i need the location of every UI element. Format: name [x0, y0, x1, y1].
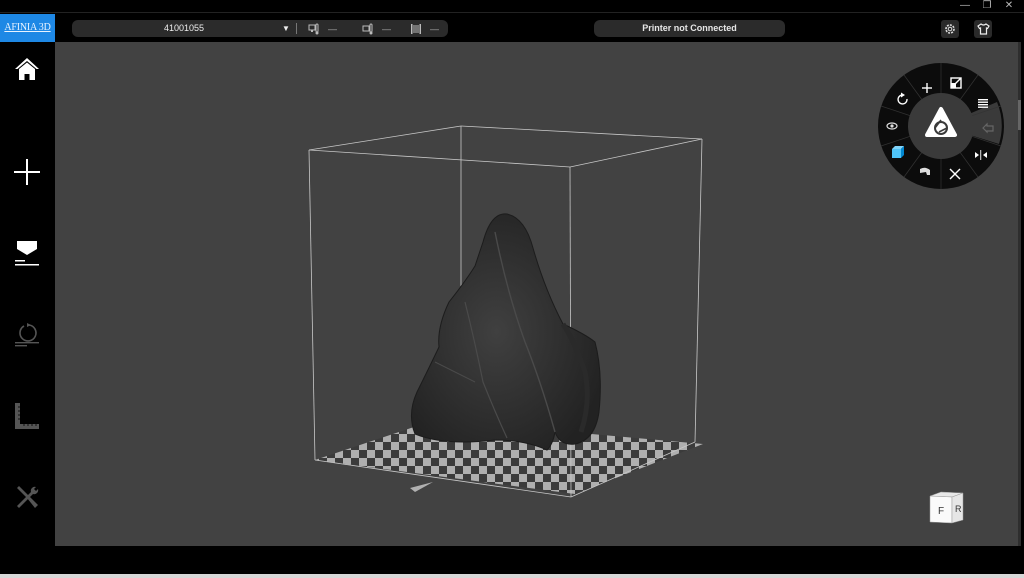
settings-gear-icon: [945, 24, 955, 34]
sidebar-item-print[interactable]: [8, 234, 46, 272]
cube-face-front[interactable]: F: [938, 506, 944, 517]
3d-viewport[interactable]: F R: [55, 42, 1018, 546]
close-button[interactable]: ✕: [998, 0, 1020, 12]
nozzle-temp-value: —: [328, 23, 337, 34]
filament-readout: —: [410, 20, 439, 37]
left-sidebar: [0, 42, 55, 546]
chevron-down-icon[interactable]: ▼: [282, 20, 290, 37]
cube-view-icon[interactable]: [892, 146, 904, 158]
print-icon: [15, 241, 39, 266]
view-orientation-cube[interactable]: F R: [927, 490, 967, 526]
sidebar-item-maintenance[interactable]: [8, 479, 46, 517]
initialize-icon: [15, 323, 39, 347]
bed-temperature-icon: [362, 23, 373, 34]
printer-selector-bar: 41001055 ▼ — — —: [72, 20, 448, 37]
scrollbar-thumb[interactable]: [1018, 100, 1021, 130]
ruler-calibrate-icon: [15, 403, 39, 429]
printer-status-badge: Printer not Connected: [594, 20, 785, 37]
brand-logo-link[interactable]: AFINIA 3D: [0, 14, 55, 42]
filament-spool-icon: [411, 23, 421, 34]
settings-button[interactable]: [941, 20, 959, 38]
3d-model[interactable]: [411, 213, 601, 451]
bed-temp-value: —: [382, 23, 391, 34]
nozzle-temp-readout: —: [308, 20, 337, 37]
window-bottom-border: [0, 574, 1024, 578]
top-toolbar: AFINIA 3D 41001055 ▼ — — — Printer not C…: [0, 12, 1024, 42]
filament-value: —: [430, 23, 439, 34]
app-window: — ❐ ✕ AFINIA 3D 41001055 ▼ — — — Printer…: [0, 0, 1024, 578]
bed-temp-readout: —: [362, 20, 391, 37]
front-direction-arrow: [410, 482, 433, 492]
account-button[interactable]: [974, 20, 992, 38]
build-volume-scene: [308, 125, 703, 498]
sidebar-item-initialize[interactable]: [8, 316, 46, 354]
sidebar-item-home[interactable]: [8, 50, 46, 88]
radial-tool-menu: [877, 62, 1005, 190]
nozzle-temperature-icon: [308, 23, 319, 34]
plus-icon: [14, 159, 40, 185]
restore-button[interactable]: ❐: [976, 0, 998, 12]
sidebar-item-add[interactable]: [8, 153, 46, 191]
printer-id-dropdown[interactable]: 41001055: [72, 20, 296, 37]
status-bar: [0, 546, 1024, 574]
home-icon: [15, 58, 39, 80]
cube-face-right[interactable]: R: [955, 504, 962, 514]
minimize-button[interactable]: —: [954, 0, 976, 12]
sidebar-item-calibrate[interactable]: [8, 397, 46, 435]
separator: [296, 23, 297, 34]
vertical-scrollbar[interactable]: [1018, 42, 1021, 546]
account-shirt-icon: [976, 23, 990, 35]
tools-icon: [17, 486, 39, 508]
window-controls: — ❐ ✕: [954, 0, 1020, 12]
